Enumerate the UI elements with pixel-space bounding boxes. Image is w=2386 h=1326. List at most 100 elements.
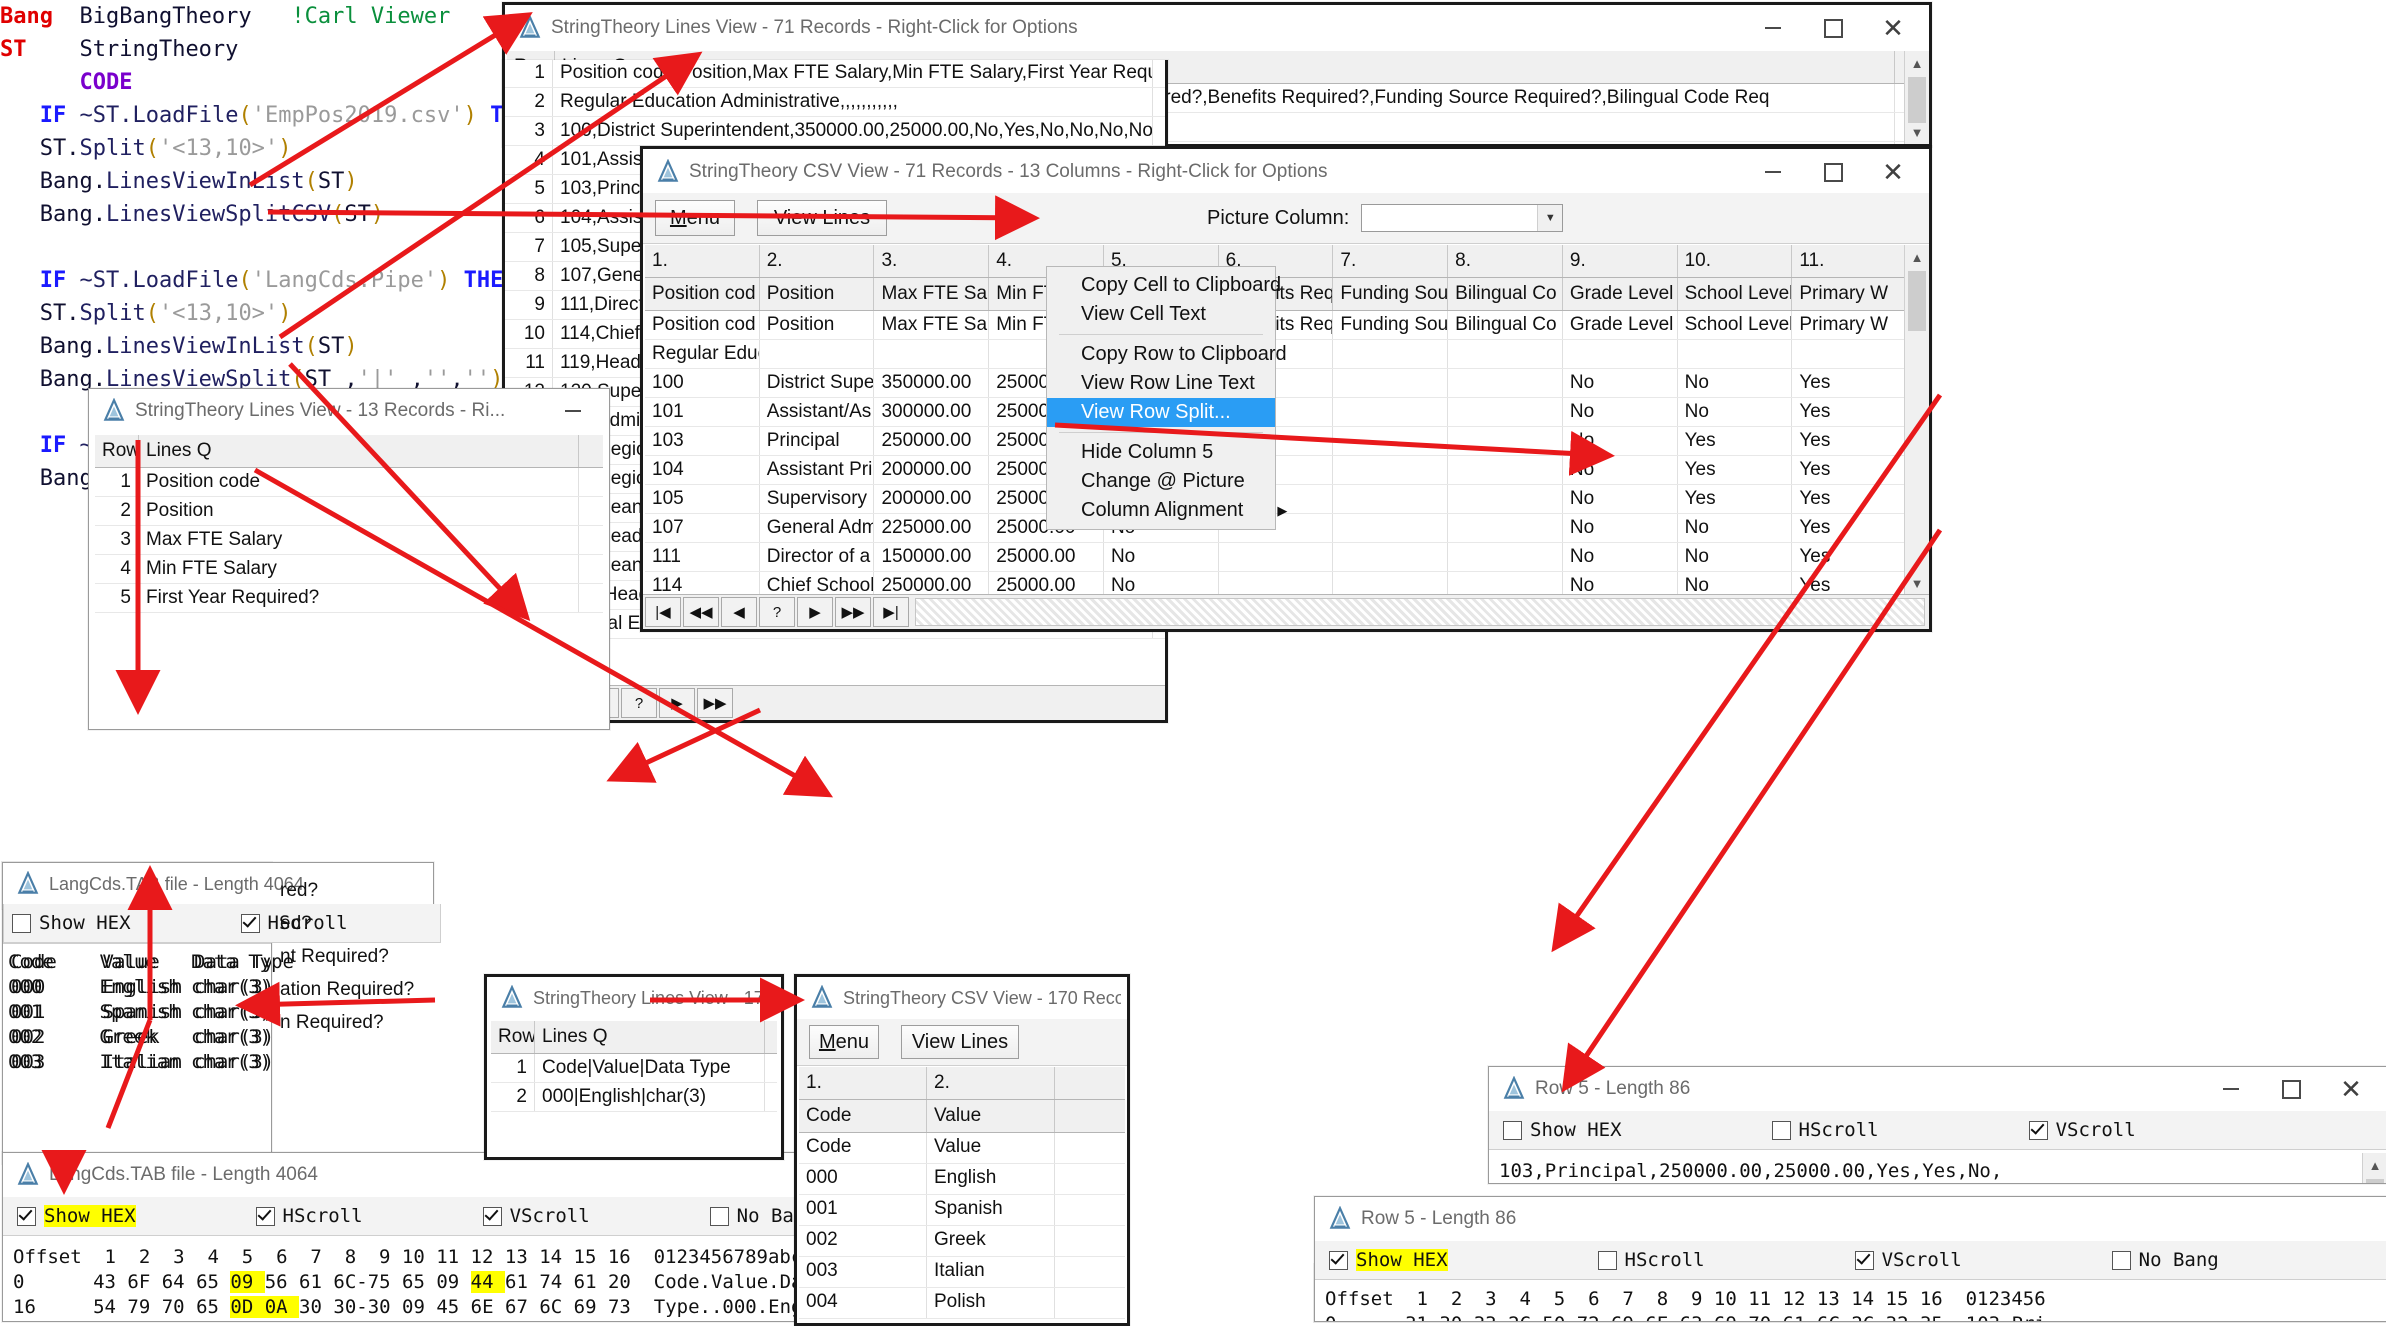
table-cell[interactable]: No xyxy=(1678,369,1793,397)
view-lines-button[interactable]: View Lines xyxy=(757,200,887,236)
table-cell[interactable] xyxy=(1333,456,1449,484)
checkbox-box[interactable] xyxy=(2028,1120,2048,1140)
checkbox-show-hex[interactable]: Show HEX xyxy=(1329,1249,1448,1271)
window-controls[interactable] xyxy=(543,389,603,433)
row-text[interactable]: 100,District Superintendent,350000.00,25… xyxy=(553,117,1153,145)
table-cell[interactable]: Yes xyxy=(1792,398,1907,426)
row-text[interactable]: Position xyxy=(139,497,579,525)
table-cell[interactable]: 25000.00 xyxy=(989,543,1104,571)
table-row[interactable]: 2Regular Education Administrative,,,,,,,… xyxy=(505,88,1165,117)
scroll-thumb[interactable] xyxy=(2366,1179,2384,1183)
table-row[interactable]: 2 Position xyxy=(95,497,603,526)
table-cell[interactable]: No xyxy=(1563,456,1678,484)
vertical-scrollbar[interactable]: ▲ ▼ xyxy=(1904,245,1929,595)
table-cell[interactable]: General Adm xyxy=(760,514,875,542)
row5-hex-options[interactable]: Show HEX HScroll VScroll No Bang xyxy=(1315,1241,2386,1280)
table-row[interactable]: 5 First Year Required? xyxy=(95,584,603,613)
row-text[interactable]: Max FTE Salary xyxy=(139,526,579,554)
context-menu-item[interactable]: View Cell Text xyxy=(1047,300,1275,329)
table-cell[interactable] xyxy=(1448,485,1563,513)
row-text[interactable]: Min FTE Salary xyxy=(139,555,579,583)
checkbox-vscroll[interactable]: VScroll xyxy=(482,1205,590,1227)
table-cell[interactable]: Polish xyxy=(927,1288,1055,1318)
window-controls[interactable]: ✕ xyxy=(1743,6,1923,50)
csv-view-71-navbar[interactable]: |◀ ◀◀ ◀ ? ▶ ▶▶ ▶| xyxy=(643,594,1929,629)
table-cell[interactable]: No xyxy=(1104,543,1219,571)
menu-button[interactable]: Menu xyxy=(809,1025,879,1059)
table-cell[interactable] xyxy=(1563,340,1678,368)
scroll-thumb[interactable] xyxy=(1908,271,1926,331)
table-cell[interactable]: Value xyxy=(927,1133,1055,1163)
table-cell[interactable]: 114 xyxy=(645,572,760,595)
table-row[interactable]: 1Position code,Position,Max FTE Salary,M… xyxy=(505,60,1165,88)
csv-view-170-grid[interactable]: 1. 2. Code Value Code Value 000 English 001 Spani… xyxy=(799,1067,1125,1323)
context-menu-item[interactable]: Column Alignment ▶ xyxy=(1047,496,1287,525)
table-cell[interactable] xyxy=(1448,427,1563,455)
table-cell[interactable] xyxy=(1448,514,1563,542)
table-cell[interactable] xyxy=(874,340,990,368)
column-name[interactable]: Position cod xyxy=(645,278,760,310)
window-controls[interactable]: ✕ xyxy=(1743,150,1923,194)
table-cell[interactable]: No xyxy=(1678,398,1793,426)
scroll-up-arrow[interactable]: ▲ xyxy=(1905,51,1929,75)
table-cell[interactable]: Code xyxy=(799,1133,927,1163)
checkbox-box[interactable] xyxy=(240,913,260,933)
row-text[interactable]: Position code,Position,Max FTE Salary,Mi… xyxy=(553,60,1153,87)
table-cell[interactable] xyxy=(1333,485,1449,513)
checkbox-box[interactable] xyxy=(255,1206,275,1226)
table-cell[interactable]: Director of a xyxy=(760,543,875,571)
table-cell[interactable]: 000 xyxy=(799,1164,927,1194)
table-cell[interactable]: English xyxy=(927,1164,1055,1194)
nav-pagedown[interactable]: ▶▶ xyxy=(835,597,871,627)
window-row5-hex-main[interactable]: Row 5 - Length 86 Show HEX HScroll VScroll… xyxy=(1314,1196,2386,1322)
picture-column-combo[interactable]: ▼ xyxy=(1361,204,1564,232)
table-cell[interactable]: 25000.00 xyxy=(989,572,1104,595)
table-cell[interactable] xyxy=(1448,369,1563,397)
table-cell[interactable] xyxy=(1448,543,1563,571)
table-cell[interactable]: No xyxy=(1563,485,1678,513)
checkbox-box[interactable] xyxy=(12,913,31,933)
checkbox-hscroll[interactable]: HScroll xyxy=(255,1205,363,1227)
table-cell[interactable] xyxy=(1333,398,1449,426)
nav-pagedown[interactable]: ▶▶ xyxy=(697,688,733,718)
table-cell[interactable] xyxy=(1448,340,1563,368)
lines-view-13-grid[interactable]: Row Lines Q 1 Position code 2 Position 3 Max FT… xyxy=(95,435,603,729)
close-button[interactable]: ✕ xyxy=(1863,150,1923,194)
column-number[interactable]: 11. xyxy=(1792,245,1907,277)
table-row[interactable]: 3 Max FTE Salary xyxy=(95,526,603,555)
table-cell[interactable]: Yes xyxy=(1792,572,1907,595)
context-menu-item[interactable]: Copy Row to Clipboard xyxy=(1047,340,1287,369)
checkbox-box[interactable] xyxy=(1854,1250,1874,1270)
nav-help[interactable]: ? xyxy=(759,597,795,627)
titlebar-row5-hex-main[interactable]: Row 5 - Length 86 xyxy=(1315,1197,2386,1241)
window-csv-view-71[interactable]: StringTheory CSV View - 71 Records - 13 … xyxy=(640,146,1932,632)
table-cell[interactable]: No xyxy=(1563,514,1678,542)
checkbox-hscroll[interactable]: HScroll xyxy=(1597,1249,1705,1271)
table-row[interactable]: 1 Position code xyxy=(95,468,603,497)
table-cell[interactable]: Greek xyxy=(927,1226,1055,1256)
table-cell[interactable]: 225000.00 xyxy=(874,514,990,542)
context-menu-item[interactable]: View Row Split... xyxy=(1047,398,1275,427)
table-cell[interactable]: Supervisory xyxy=(760,485,875,513)
table-cell[interactable] xyxy=(1448,398,1563,426)
table-row[interactable]: 100District Supe350000.0025000.00NoNoNoY… xyxy=(645,369,1907,398)
table-cell[interactable]: 150000.00 xyxy=(874,543,990,571)
context-menu[interactable]: Copy Cell to Clipboard View Cell Text Copy… xyxy=(1046,266,1287,530)
maximize-button[interactable] xyxy=(2261,1067,2321,1111)
table-cell[interactable]: 111 xyxy=(645,543,760,571)
table-cell[interactable] xyxy=(1333,427,1449,455)
table-cell[interactable]: 250000.00 xyxy=(874,572,990,595)
table-cell[interactable]: Yes xyxy=(1792,514,1907,542)
checkbox-box[interactable] xyxy=(17,1206,36,1226)
row5-text-options[interactable]: Show HEX HScroll VScroll xyxy=(1489,1111,2386,1150)
chevron-down-icon[interactable]: ▼ xyxy=(1537,205,1563,231)
minimize-button[interactable] xyxy=(1743,6,1803,50)
table-cell[interactable]: Primary W xyxy=(1792,311,1907,339)
table-cell[interactable]: Position xyxy=(760,311,875,339)
table-cell[interactable] xyxy=(1333,369,1449,397)
table-cell[interactable]: Italian xyxy=(927,1257,1055,1287)
table-row[interactable]: 114 Chief School 250000.00 25000.00 No No No Ye… xyxy=(645,572,1907,595)
checkbox-box[interactable] xyxy=(1503,1120,1522,1140)
scroll-down-arrow[interactable]: ▼ xyxy=(1905,120,1929,144)
nav-first[interactable]: |◀ xyxy=(645,597,681,627)
